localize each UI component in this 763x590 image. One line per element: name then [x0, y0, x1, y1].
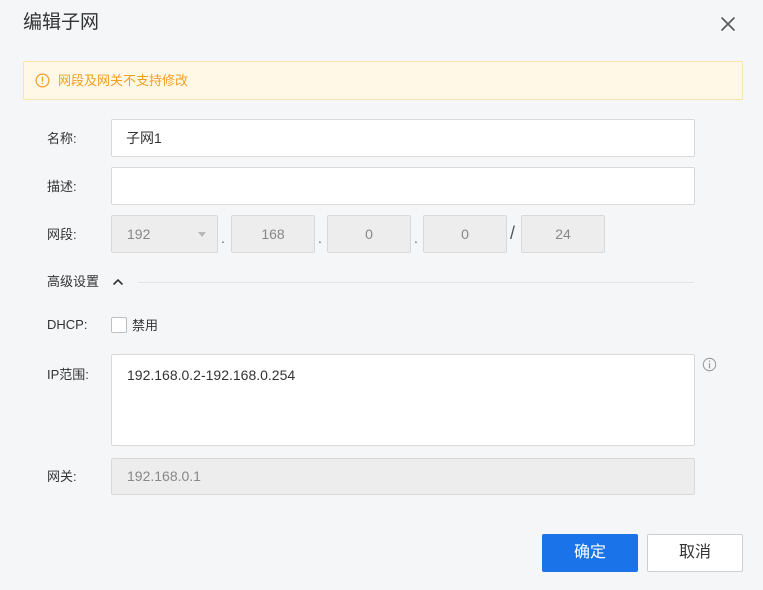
gateway-label: 网关: [47, 469, 77, 484]
dhcp-disable-checkbox[interactable] [111, 317, 127, 333]
advanced-divider [138, 282, 694, 283]
chevron-up-icon[interactable] [111, 275, 125, 289]
gateway-field: 192.168.0.1 [111, 458, 695, 495]
alert-text: 网段及网关不支持修改 [58, 73, 189, 88]
dhcp-label: DHCP: [47, 317, 88, 332]
confirm-button[interactable]: 确定 [542, 534, 638, 572]
name-label: 名称: [47, 131, 77, 146]
name-input[interactable] [111, 119, 695, 157]
segment-octet1-value: 192 [127, 226, 151, 242]
segment-octet4-field: 0 [423, 215, 507, 253]
advanced-settings-toggle[interactable]: 高级设置 [47, 273, 99, 291]
ip-range-textarea[interactable]: 192.168.0.2-192.168.0.254 [111, 354, 695, 446]
warning-alert: 网段及网关不支持修改 [23, 61, 743, 100]
segment-prefix-field: 24 [521, 215, 605, 253]
cancel-button[interactable]: 取消 [647, 534, 743, 572]
info-icon[interactable] [702, 357, 717, 372]
segment-octet1-select: 192 [111, 215, 218, 253]
segment-octet3-field: 0 [327, 215, 411, 253]
edit-subnet-dialog: 编辑子网 网段及网关不支持修改 名称: 描述: 网段: 192 . 168 . … [0, 0, 763, 590]
close-icon[interactable] [716, 12, 740, 36]
description-label: 描述: [47, 179, 77, 194]
segment-dot-3: . [414, 230, 418, 246]
chevron-down-icon [198, 232, 206, 237]
ip-range-label: IP范围: [47, 367, 89, 382]
segment-dot-1: . [221, 230, 225, 246]
segment-label: 网段: [47, 227, 77, 242]
dialog-title: 编辑子网 [23, 12, 100, 33]
segment-slash: / [510, 223, 516, 243]
dhcp-disable-label[interactable]: 禁用 [132, 317, 158, 335]
segment-octet2-field: 168 [231, 215, 315, 253]
description-input[interactable] [111, 167, 695, 205]
warning-info-icon [35, 73, 50, 88]
segment-dot-2: . [318, 230, 322, 246]
